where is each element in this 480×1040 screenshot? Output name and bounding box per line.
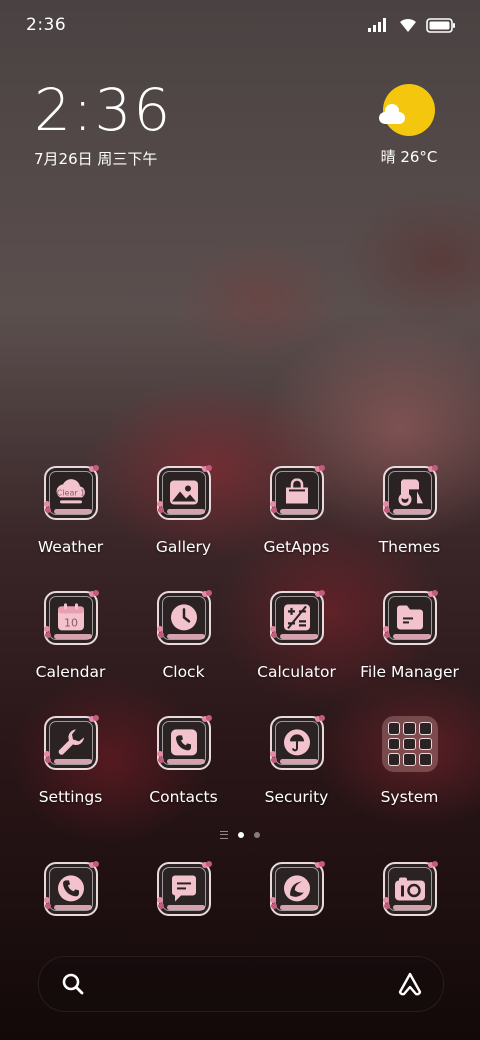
dock-camera[interactable] [353,861,466,916]
calendar-icon-date: 10 [64,616,78,629]
app-label: Calendar [35,663,106,681]
camera-icon [382,861,438,916]
app-calculator[interactable]: Calculator [240,590,353,681]
signal-icon [368,18,386,32]
clock-widget-time: 2:36 [34,76,173,144]
status-time: 2:36 [26,15,67,35]
app-security[interactable]: Security [240,715,353,806]
page-indicator[interactable] [0,828,480,842]
app-system-folder[interactable]: System [353,716,466,806]
page-dot[interactable] [254,832,260,838]
app-getapps[interactable]: GetApps [240,465,353,556]
app-themes[interactable]: Themes [353,465,466,556]
folder-grid-icon [381,716,438,772]
clock-icon [156,590,212,645]
clock-widget[interactable]: 2:36 7月26日 周三下午 [34,78,172,169]
app-label: Security [264,788,329,806]
weather-widget-text: 晴 26°C [380,148,438,166]
app-label: GetApps [263,538,330,556]
themes-icon [382,465,438,520]
app-file-manager[interactable]: File Manager [353,590,466,681]
app-settings[interactable]: Settings [14,715,127,806]
weather-icon: Clear 1 [43,465,99,520]
app-label: Clock [162,663,205,681]
search-icon[interactable] [61,972,85,996]
dock-phone[interactable] [14,861,127,916]
phone-icon [43,861,99,916]
app-label: Calculator [257,663,336,681]
app-calendar[interactable]: 10 Calendar [14,590,127,681]
app-label: Gallery [155,538,212,556]
contacts-icon [156,715,212,770]
dock-messages[interactable] [127,861,240,916]
wifi-icon [400,18,416,32]
app-label: Weather [37,538,104,556]
page-dot-active[interactable] [238,832,244,838]
app-label: Themes [378,538,441,556]
gallery-icon [156,465,212,520]
app-label: Contacts [149,788,218,806]
folder-icon [382,590,438,645]
weather-widget[interactable]: 晴 26°C [374,84,444,167]
app-label: File Manager [360,663,459,681]
shopping-bag-icon [269,465,325,520]
dock-browser[interactable] [240,861,353,916]
wrench-icon [43,715,99,770]
search-bar[interactable] [38,956,444,1012]
weather-icon-text: Clear 1 [56,488,85,497]
clock-widget-date: 7月26日 周三下午 [34,150,158,168]
calendar-icon: 10 [43,590,99,645]
status-bar: 2:36 [0,0,480,50]
shield-icon [269,715,325,770]
app-contacts[interactable]: Contacts [127,715,240,806]
app-label: System [380,788,439,806]
app-weather[interactable]: Clear 1 Weather [14,465,127,556]
app-clock[interactable]: Clock [127,590,240,681]
browser-icon [269,861,325,916]
assistant-icon[interactable] [397,971,423,997]
calculator-icon [269,590,325,645]
battery-icon [426,17,455,33]
list-view-indicator[interactable] [220,831,228,839]
app-label: Settings [38,788,103,806]
sunny-cloud-icon [379,84,435,136]
message-icon [156,861,212,916]
status-icons [368,16,456,34]
app-gallery[interactable]: Gallery [127,465,240,556]
